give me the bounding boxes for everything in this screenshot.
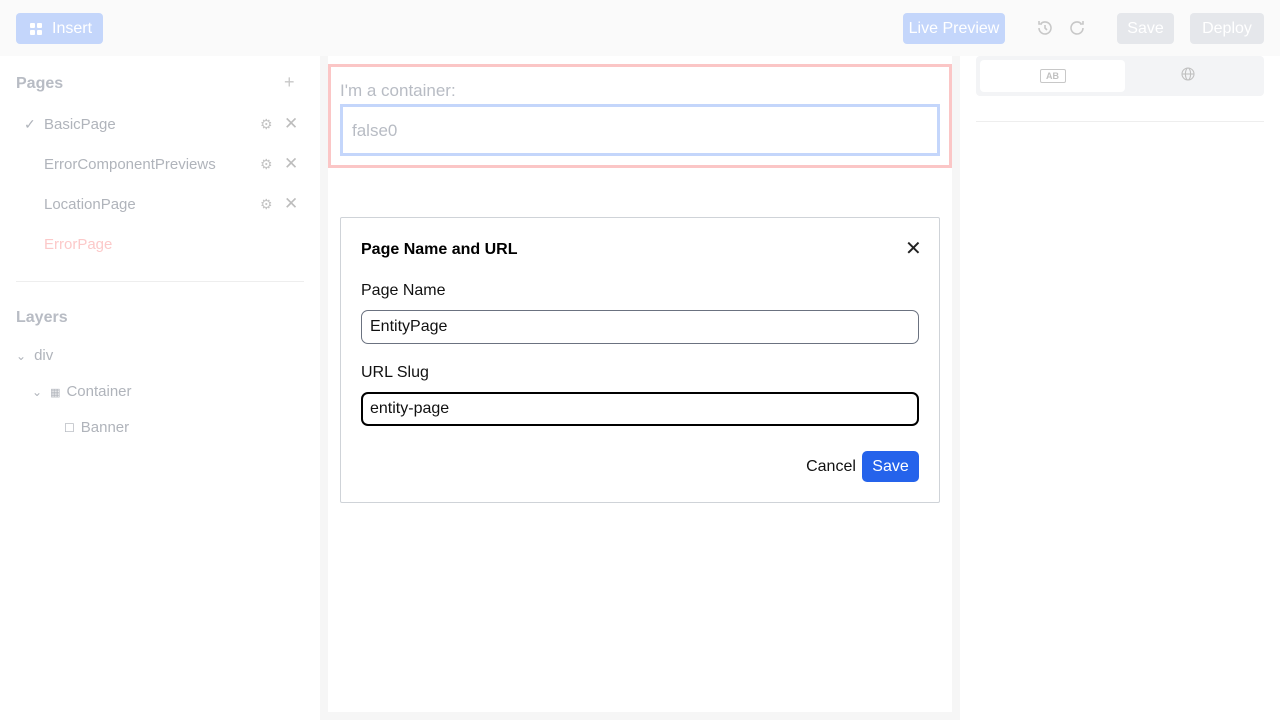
grid-icon <box>30 22 42 35</box>
modal-save-button[interactable]: Save <box>862 451 919 482</box>
layer-label: Banner <box>80 419 130 436</box>
layer-label: Container <box>66 383 132 400</box>
url-slug-label: URL Slug <box>361 364 429 381</box>
close-icon[interactable]: ✕ <box>284 154 298 174</box>
layer-item-div[interactable]: ⌄ div <box>16 347 53 364</box>
page-item-errorcomponentpreviews[interactable]: ErrorComponentPreviews ⚙ ✕ <box>16 154 306 178</box>
page-name-label: Page Name <box>361 282 446 299</box>
add-page-icon[interactable]: + <box>284 72 295 93</box>
square-icon: ☐ <box>64 421 75 435</box>
top-toolbar: Insert Live Preview Save Deploy <box>0 0 1280 56</box>
page-item-label: ErrorComponentPreviews <box>44 156 216 173</box>
save-button[interactable]: Save <box>1117 13 1174 44</box>
url-slug-value: entity-page <box>370 400 450 417</box>
live-preview-button[interactable]: Live Preview <box>903 13 1005 44</box>
modal-title: Page Name and URL <box>361 241 518 258</box>
page-item-locationpage[interactable]: LocationPage ⚙ ✕ <box>16 194 306 218</box>
insert-button[interactable]: Insert <box>16 13 103 44</box>
right-panel <box>960 56 1280 720</box>
pages-section-title: Pages <box>16 75 64 92</box>
cancel-button[interactable]: Cancel <box>805 455 857 479</box>
container-icon: ▦ <box>50 387 61 399</box>
page-item-label: LocationPage <box>44 196 136 213</box>
container-text: I'm a container: <box>340 81 456 100</box>
page-item-label: BasicPage <box>44 116 116 133</box>
layer-label: div <box>34 347 54 364</box>
banner-component[interactable] <box>340 104 940 156</box>
url-slug-input[interactable]: entity-page <box>361 392 919 426</box>
undo-icon[interactable] <box>1035 18 1055 38</box>
page-name-value: EntityPage <box>370 318 448 335</box>
chevron-down-icon[interactable]: ⌄ <box>16 349 26 363</box>
gear-icon[interactable]: ⚙ <box>260 156 273 173</box>
close-icon[interactable]: ✕ <box>905 239 922 259</box>
deploy-button[interactable]: Deploy <box>1190 13 1264 44</box>
page-item-basicpage[interactable]: ✓ BasicPage ⚙ ✕ <box>16 114 306 138</box>
layers-section-title: Layers <box>16 309 68 326</box>
globe-icon[interactable] <box>1181 67 1195 84</box>
sidebar-divider <box>16 281 304 282</box>
redo-icon[interactable] <box>1067 18 1087 38</box>
chevron-down-icon[interactable]: ⌄ <box>32 385 42 399</box>
text-ab-icon: AB <box>1039 69 1066 83</box>
panel-divider <box>976 121 1264 122</box>
page-item-label: ErrorPage <box>44 236 113 253</box>
banner-text: false0 <box>352 121 398 140</box>
close-icon[interactable]: ✕ <box>284 114 298 134</box>
layer-item-banner[interactable]: ☐ Banner <box>64 419 129 436</box>
gear-icon[interactable]: ⚙ <box>260 196 273 213</box>
gear-icon[interactable]: ⚙ <box>260 116 273 133</box>
close-icon[interactable]: ✕ <box>284 194 298 214</box>
tab-content[interactable]: AB <box>980 60 1125 92</box>
page-name-input[interactable]: EntityPage <box>361 310 919 344</box>
layer-item-container[interactable]: ⌄ ▦ Container <box>32 383 132 400</box>
check-icon: ✓ <box>24 116 36 132</box>
page-item-errorpage[interactable]: ErrorPage <box>16 234 306 258</box>
insert-button-label: Insert <box>52 19 93 37</box>
